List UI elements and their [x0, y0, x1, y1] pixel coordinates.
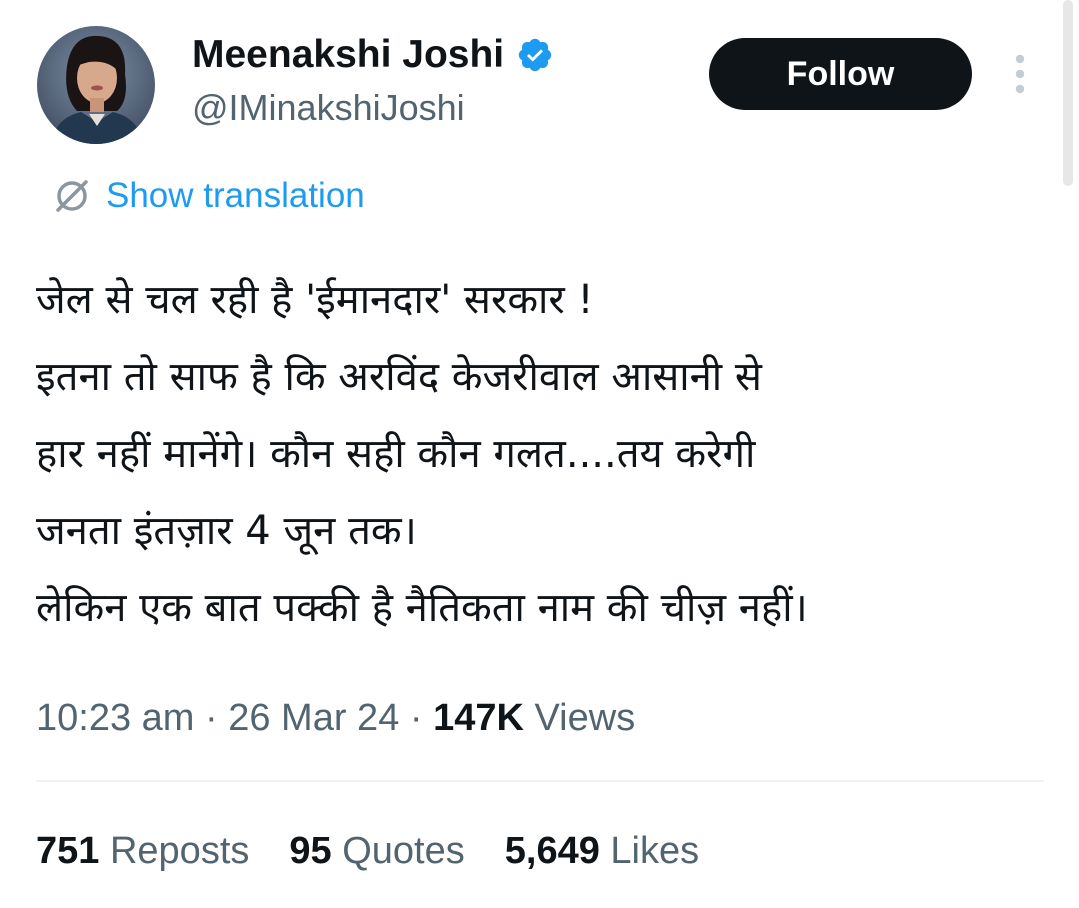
quotes-stat[interactable]: 95 Quotes	[289, 826, 464, 876]
meta-separator: ·	[409, 697, 423, 739]
tweet-meta: 10:23 am · 26 Mar 24 · 147K Views	[36, 694, 635, 742]
likes-label[interactable]: Likes	[610, 830, 699, 872]
tweet-line: लेकिन एक बात पक्की है नैतिकता नाम की चीज…	[36, 585, 808, 631]
reposts-stat[interactable]: 751 Reposts	[36, 826, 249, 876]
views-count[interactable]: 147K	[433, 697, 524, 739]
avatar[interactable]	[37, 26, 155, 144]
scrollbar-thumb[interactable]	[1063, 0, 1073, 186]
tweet-line: जनता इंतज़ार 4 जून तक।	[36, 508, 417, 554]
meta-separator: ·	[205, 697, 218, 739]
tweet-line: हार नहीं मानेंगे। कौन सही कौन गलत....तय …	[36, 431, 756, 477]
tweet-body: जेल से चल रही है 'ईमानदार' सरकार ! इतना …	[36, 262, 1046, 647]
verified-badge-icon[interactable]	[516, 36, 554, 74]
engagement-stats: 751 Reposts 95 Quotes 5,649 Likes	[36, 826, 739, 876]
show-translation-link[interactable]: Show translation	[50, 173, 365, 219]
reposts-label[interactable]: Reposts	[110, 830, 249, 872]
follow-button[interactable]: Follow	[709, 38, 972, 110]
translate-icon	[50, 174, 94, 218]
tweet-line: इतना तो साफ है कि अरविंद केजरीवाल आसानी …	[36, 354, 762, 400]
display-name[interactable]: Meenakshi Joshi	[192, 31, 554, 79]
likes-count[interactable]: 5,649	[505, 830, 600, 872]
more-options-icon[interactable]	[1008, 52, 1032, 98]
user-handle[interactable]: @IMinakshiJoshi	[192, 85, 465, 131]
divider	[36, 780, 1044, 782]
views-label[interactable]: Views	[535, 697, 636, 739]
display-name-text[interactable]: Meenakshi Joshi	[192, 31, 504, 79]
quotes-label[interactable]: Quotes	[342, 830, 465, 872]
show-translation-label[interactable]: Show translation	[106, 176, 365, 216]
reposts-count[interactable]: 751	[36, 830, 99, 872]
tweet-date[interactable]: 26 Mar 24	[228, 697, 399, 739]
tweet-time[interactable]: 10:23 am	[36, 697, 194, 739]
tweet-line: जेल से चल रही है 'ईमानदार' सरकार !	[36, 277, 594, 323]
quotes-count[interactable]: 95	[289, 830, 331, 872]
likes-stat[interactable]: 5,649 Likes	[505, 826, 699, 876]
